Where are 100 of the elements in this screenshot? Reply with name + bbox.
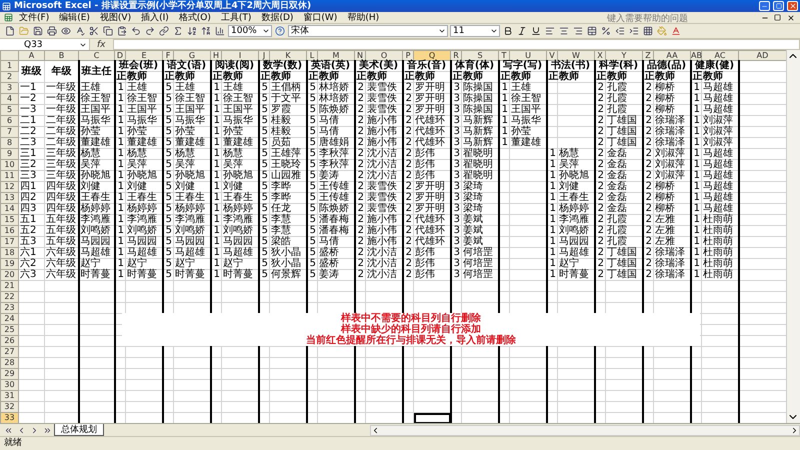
font-dropdown[interactable]: 宋体	[288, 25, 448, 37]
row-number[interactable]: 25	[0, 324, 18, 336]
menu-item[interactable]: 插入(I)	[137, 12, 173, 24]
row-number[interactable]: 6	[0, 116, 18, 126]
row-number[interactable]: 28	[0, 358, 18, 368]
row-number[interactable]: 17	[0, 236, 18, 248]
row-number[interactable]: 18	[0, 248, 18, 258]
bold-icon[interactable]	[502, 25, 514, 37]
column-header[interactable]: E	[126, 50, 162, 60]
vertical-scrollbar[interactable]	[786, 50, 800, 423]
function-label[interactable]: fx	[93, 40, 110, 50]
column-header[interactable]: Z	[642, 50, 654, 60]
row-number[interactable]: 13	[0, 192, 18, 204]
minimize-button[interactable]	[759, 1, 770, 11]
column-header[interactable]: AB	[690, 50, 702, 60]
row-number[interactable]: 20	[0, 270, 18, 280]
column-header[interactable]: Q	[414, 50, 450, 60]
column-header[interactable]: O	[366, 50, 402, 60]
new-file-icon[interactable]	[4, 25, 16, 37]
spell-check-icon[interactable]	[74, 25, 86, 37]
align-center-icon[interactable]	[558, 25, 570, 37]
row-number[interactable]: 22	[0, 292, 18, 302]
horizontal-scrollbar[interactable]	[370, 424, 800, 436]
row-number[interactable]: 5	[0, 104, 18, 116]
column-header[interactable]: L	[306, 50, 318, 60]
column-header[interactable]: I	[222, 50, 258, 60]
column-header[interactable]: V	[546, 50, 558, 60]
row-number[interactable]: 2	[0, 72, 18, 82]
row-number[interactable]: 7	[0, 126, 18, 138]
column-header[interactable]: G	[174, 50, 210, 60]
sum-icon[interactable]	[172, 25, 184, 37]
row-number[interactable]: 26	[0, 336, 18, 346]
scroll-right-icon[interactable]	[790, 426, 799, 434]
sort-descending-icon[interactable]	[200, 25, 212, 37]
column-header[interactable]: C	[78, 50, 114, 60]
column-header[interactable]: U	[510, 50, 546, 60]
active-cell[interactable]	[414, 412, 450, 423]
row-number[interactable]: 14	[0, 204, 18, 214]
row-number[interactable]: 33	[0, 412, 18, 423]
row-number[interactable]: 21	[0, 280, 18, 292]
column-header[interactable]: AC	[702, 50, 738, 60]
underline-icon[interactable]	[530, 25, 542, 37]
formula-input[interactable]	[112, 39, 800, 50]
column-header[interactable]: AA	[654, 50, 690, 60]
menu-item[interactable]: 工具(T)	[216, 12, 256, 24]
column-header[interactable]: P	[402, 50, 414, 60]
redo-icon[interactable]	[144, 25, 156, 37]
menu-item[interactable]: 格式(O)	[174, 12, 215, 24]
column-header[interactable]: F	[162, 50, 174, 60]
column-header[interactable]: AD	[738, 50, 786, 60]
maximize-button[interactable]	[773, 1, 784, 11]
column-header[interactable]: J	[258, 50, 270, 60]
column-header[interactable]: Y	[606, 50, 642, 60]
row-number[interactable]: 3	[0, 82, 18, 94]
row-number[interactable]: 30	[0, 380, 18, 390]
menu-item[interactable]: 数据(D)	[257, 12, 298, 24]
menu-item[interactable]: 编辑(E)	[55, 12, 94, 24]
help-icon[interactable]	[274, 25, 286, 37]
row-number[interactable]: 15	[0, 214, 18, 226]
paste-icon[interactable]	[116, 25, 128, 37]
italic-icon[interactable]	[516, 25, 528, 37]
row-number[interactable]: 10	[0, 160, 18, 170]
row-number[interactable]: 11	[0, 170, 18, 182]
row-number[interactable]: 8	[0, 138, 18, 148]
increase-indent-icon[interactable]	[628, 25, 640, 37]
fill-color-icon[interactable]	[656, 25, 668, 37]
name-box[interactable]: Q33	[0, 39, 90, 50]
row-number[interactable]: 23	[0, 302, 18, 314]
chart-icon[interactable]	[214, 25, 226, 37]
column-header[interactable]: S	[462, 50, 498, 60]
menu-item[interactable]: 文件(F)	[15, 12, 54, 24]
sort-ascending-icon[interactable]	[186, 25, 198, 37]
font-size-dropdown[interactable]: 11	[450, 25, 500, 37]
row-number[interactable]: 29	[0, 368, 18, 380]
column-header[interactable]: X	[594, 50, 606, 60]
row-number[interactable]: 9	[0, 148, 18, 160]
row-number[interactable]: 12	[0, 182, 18, 192]
row-number[interactable]: 27	[0, 346, 18, 358]
link-icon[interactable]	[158, 25, 170, 37]
row-number[interactable]: 4	[0, 94, 18, 104]
zoom-dropdown[interactable]: 100%	[228, 25, 272, 37]
borders-icon[interactable]	[642, 25, 654, 37]
menu-item[interactable]: 视图(V)	[96, 12, 136, 24]
close-button[interactable]	[787, 1, 798, 11]
align-right-icon[interactable]	[572, 25, 584, 37]
merge-cells-icon[interactable]	[586, 25, 598, 37]
printer-icon[interactable]	[46, 25, 58, 37]
align-left-icon[interactable]	[544, 25, 556, 37]
column-header[interactable]: B	[44, 50, 78, 60]
column-header[interactable]: H	[210, 50, 222, 60]
undo-icon[interactable]	[130, 25, 142, 37]
column-header[interactable]: D	[114, 50, 126, 60]
row-number[interactable]: 32	[0, 402, 18, 412]
print-preview-icon[interactable]	[60, 25, 72, 37]
column-header[interactable]: A	[18, 50, 44, 60]
column-header[interactable]: N	[354, 50, 366, 60]
decrease-indent-icon[interactable]	[614, 25, 626, 37]
row-number[interactable]: 1	[0, 60, 18, 72]
row-number[interactable]: 16	[0, 226, 18, 236]
menu-item[interactable]: 窗口(W)	[299, 12, 342, 24]
